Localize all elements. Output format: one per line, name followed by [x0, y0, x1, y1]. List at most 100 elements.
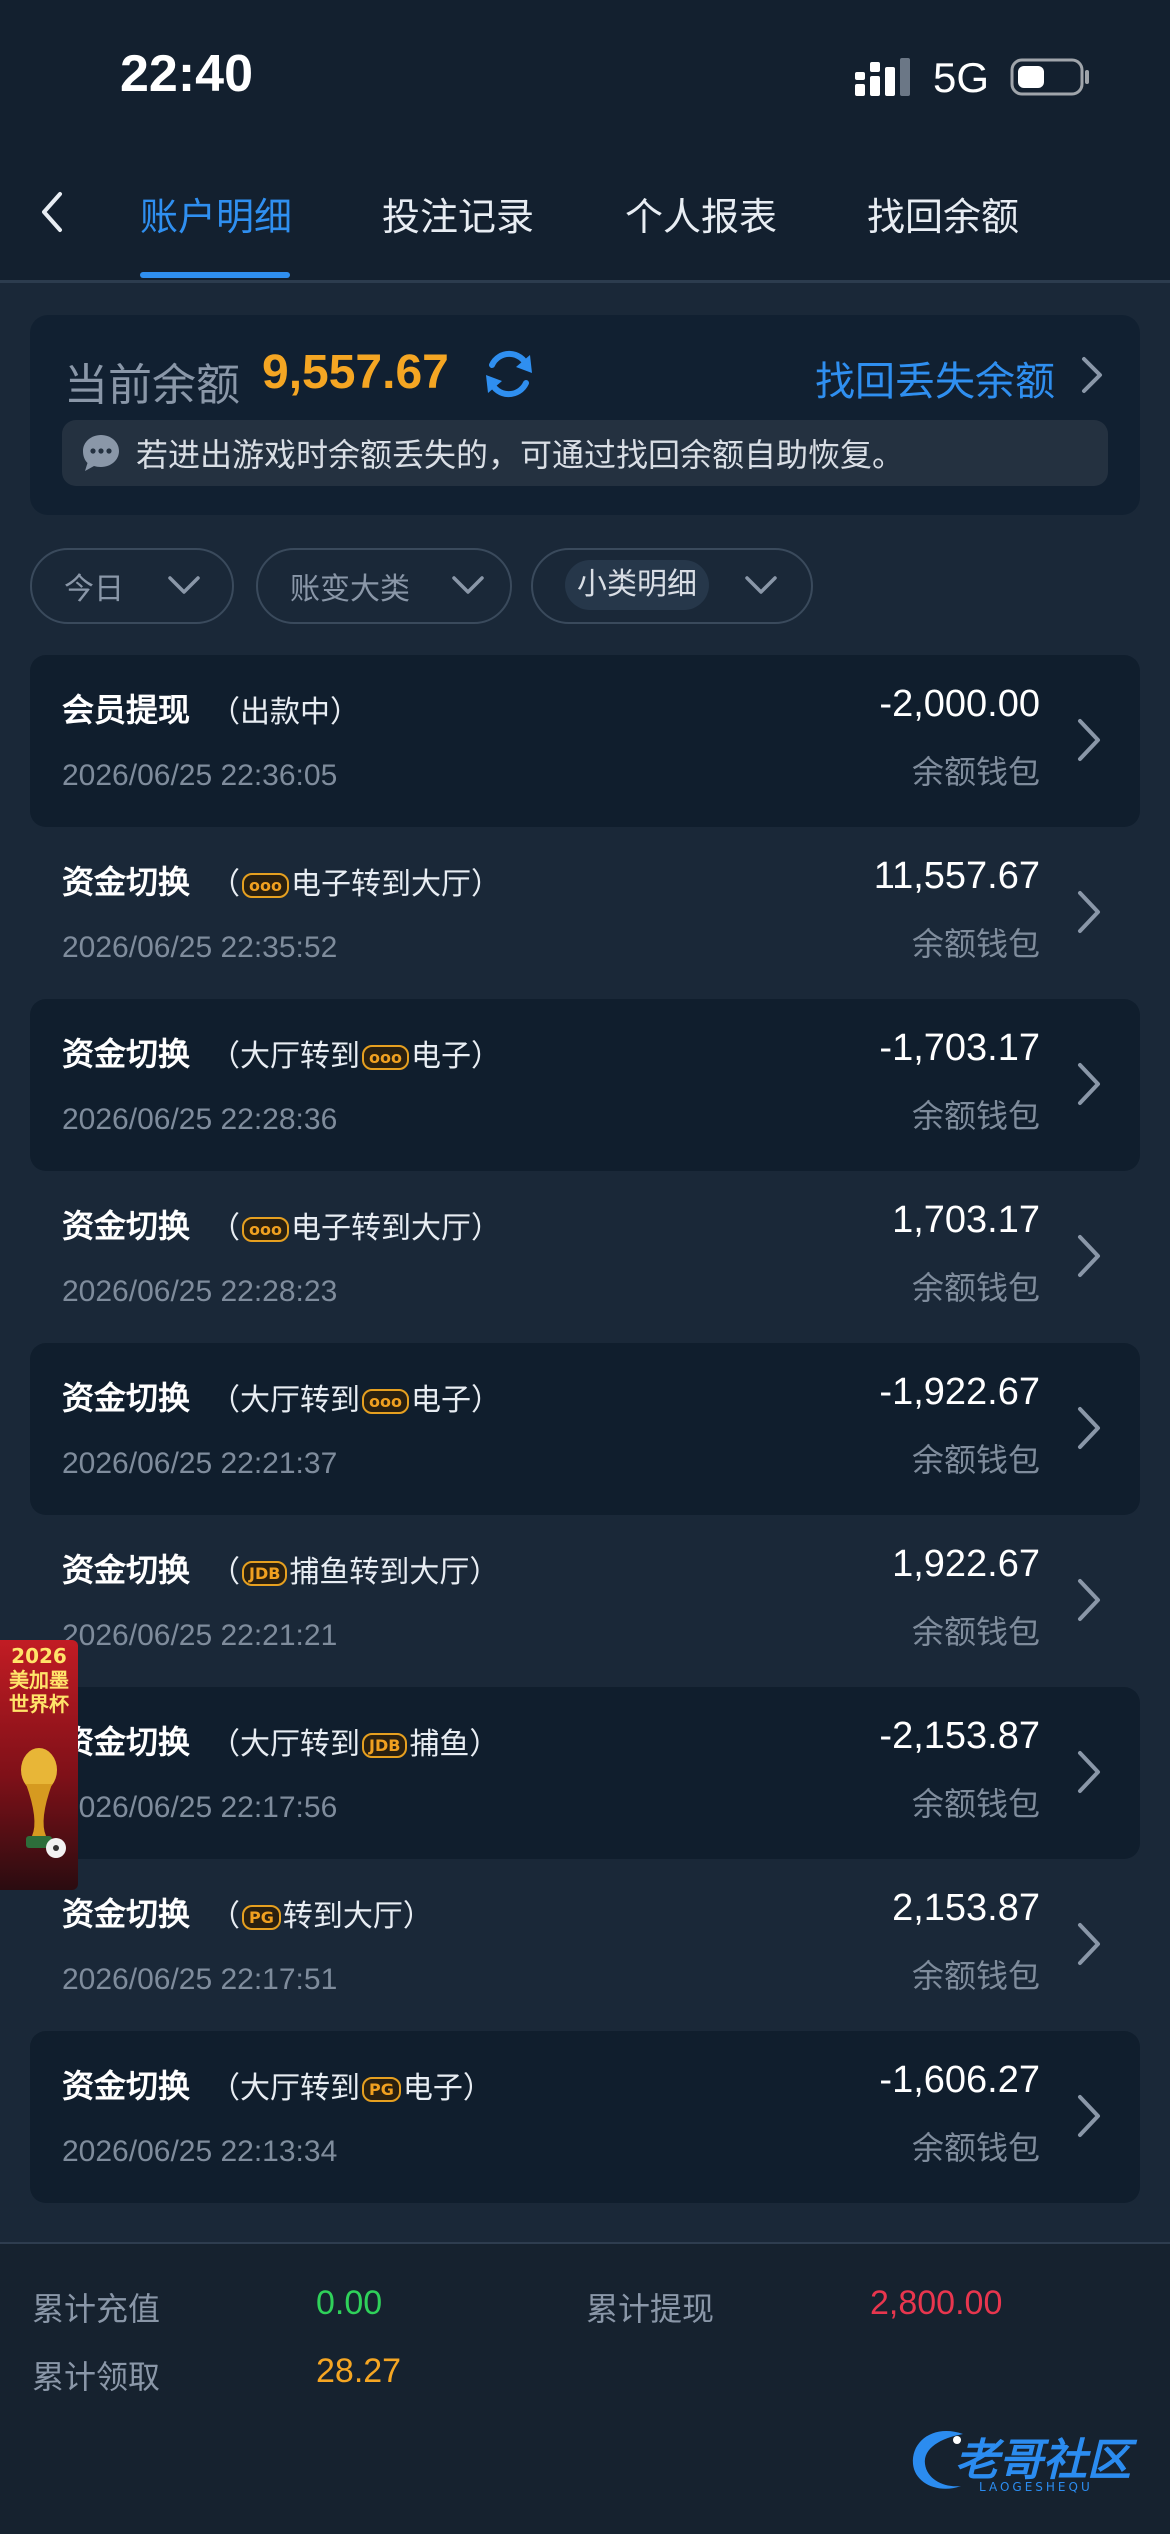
chevron-right-icon[interactable] [1076, 353, 1106, 397]
world-cup-promo-banner[interactable]: 2026 美加墨 世界杯 [0, 1640, 78, 1890]
transaction-amount: 1,703.17 [892, 1199, 1040, 1241]
transaction-detail-suffix: 转到大厅） [282, 1899, 433, 1934]
chevron-right-icon[interactable] [1076, 1061, 1102, 1107]
total-withdraw-value: 2,800.00 [870, 2284, 1003, 2322]
transaction-row[interactable]: 资金切换 （大厅转到 PG 电子） 2026/06/25 22:13:34 -1,606.… [30, 2031, 1140, 2203]
transaction-amount: 1,922.67 [892, 1543, 1040, 1585]
filter-date[interactable]: 今日 [30, 548, 234, 624]
transaction-wallet: 余额钱包 [911, 1613, 1040, 1651]
balance-notice: 若进出游戏时余额丢失的，可通过找回余额自助恢复。 [62, 420, 1108, 486]
transaction-wallet: 余额钱包 [911, 925, 1040, 963]
chevron-down-icon [745, 576, 777, 594]
balance-label: 当前余额 [64, 360, 240, 411]
tab-personal-report[interactable]: 个人报表 [625, 186, 777, 276]
watermark-logo: 老哥社区 LAOGESHEQU [905, 2420, 1155, 2510]
transaction-detail: （大厅转到 ooo 电子） [210, 1031, 501, 1075]
transaction-detail-suffix: 捕鱼转到大厅） [289, 1555, 500, 1590]
transaction-title: 资金切换 [62, 863, 191, 901]
transaction-row[interactable]: 资金切换 （大厅转到 ooo 电子） 2026/06/25 22:28:36 -1,703… [30, 999, 1140, 1171]
transaction-row[interactable]: 资金切换 （ooo 电子转到大厅） 2026/06/25 22:35:52 11,557… [30, 827, 1140, 999]
chevron-right-icon[interactable] [1076, 1921, 1102, 1967]
transaction-wallet: 余额钱包 [911, 2129, 1040, 2167]
transaction-row[interactable]: 会员提现 （出款中） 2026/06/25 22:36:05 -2,000.00 余额钱… [30, 655, 1140, 827]
promo-line1: 美加墨 [9, 1668, 69, 1692]
total-claim-label: 累计领取 [32, 2358, 161, 2396]
tab-bet-records[interactable]: 投注记录 [382, 186, 534, 276]
filter-subcategory-pill: 小类明细 [565, 560, 709, 610]
transaction-detail: （ooo 电子转到大厅） [210, 1203, 501, 1247]
transaction-detail-suffix: 电子） [402, 2071, 493, 2106]
transaction-time: 2026/06/25 22:35:52 [62, 931, 338, 964]
transaction-detail-suffix: 捕鱼） [409, 1727, 500, 1762]
chevron-down-icon [452, 576, 484, 594]
chevron-right-icon[interactable] [1076, 1577, 1102, 1623]
refresh-icon[interactable] [480, 345, 538, 403]
transaction-detail: （大厅转到 PG 电子） [210, 2063, 493, 2107]
trophy-icon [21, 1748, 66, 1858]
transaction-title: 资金切换 [62, 2067, 191, 2105]
transaction-wallet: 余额钱包 [911, 1441, 1040, 1479]
transaction-time: 2026/06/25 22:28:23 [62, 1275, 338, 1308]
transaction-row[interactable]: 资金切换 （JDB 捕鱼转到大厅） 2026/06/25 22:21:21 1,922.… [30, 1515, 1140, 1687]
promo-year: 2026 [11, 1644, 67, 1668]
filter-subcategory-label: 小类明细 [577, 567, 697, 602]
transaction-detail-suffix: 电子） [410, 1039, 501, 1074]
nav-bar: 账户明细 投注记录 个人报表 找回余额 [0, 150, 1170, 283]
transaction-title: 资金切换 [62, 1207, 191, 1245]
transaction-title: 资金切换 [62, 1895, 191, 1933]
transaction-amount: 11,557.67 [873, 855, 1040, 897]
filter-date-label: 今日 [64, 572, 124, 607]
chevron-right-icon[interactable] [1076, 889, 1102, 935]
chevron-right-icon[interactable] [1076, 717, 1102, 763]
provider-badge-icon: JDB [242, 1561, 288, 1586]
filter-major-category-label: 账变大类 [290, 572, 410, 607]
chevron-right-icon[interactable] [1076, 1749, 1102, 1795]
transaction-detail-suffix: 电子） [410, 1383, 501, 1418]
total-deposit-value: 0.00 [316, 2284, 383, 2322]
transaction-wallet: 余额钱包 [911, 1957, 1040, 1995]
transaction-wallet: 余额钱包 [911, 1269, 1040, 1307]
transaction-amount: -1,703.17 [879, 1027, 1040, 1069]
transaction-row[interactable]: 资金切换 （ooo 电子转到大厅） 2026/06/25 22:28:23 1,703.… [30, 1171, 1140, 1343]
transaction-wallet: 余额钱包 [911, 1097, 1040, 1135]
chevron-right-icon[interactable] [1076, 1233, 1102, 1279]
tab-account-details[interactable]: 账户明细 [140, 186, 292, 276]
transaction-title: 资金切换 [62, 1723, 191, 1761]
transaction-detail-suffix: 电子转到大厅） [290, 1211, 501, 1246]
signal-icon [855, 58, 910, 96]
status-bar: 22:40 5G [0, 0, 1170, 150]
filter-subcategory[interactable]: 小类明细 [531, 548, 813, 624]
provider-badge-icon: ooo [362, 1389, 409, 1414]
tab-recover-balance[interactable]: 找回余额 [867, 186, 1019, 276]
promo-line2: 世界杯 [9, 1692, 69, 1716]
filter-major-category[interactable]: 账变大类 [256, 548, 512, 624]
notice-text: 若进出游戏时余额丢失的，可通过找回余额自助恢复。 [136, 436, 905, 474]
transaction-detail-prefix: （ [210, 1899, 240, 1934]
network-label: 5G [933, 54, 990, 101]
transaction-detail-prefix: （ [210, 1555, 240, 1590]
chevron-left-icon[interactable] [30, 182, 74, 242]
provider-badge-icon: ooo [242, 1217, 289, 1242]
chevron-right-icon[interactable] [1076, 1405, 1102, 1451]
transaction-amount: -2,153.87 [879, 1715, 1040, 1757]
balance-value: 9,557.67 [262, 346, 449, 399]
total-claim-value: 28.27 [316, 2352, 402, 2390]
recover-lost-balance-link[interactable]: 找回丢失余额 [815, 349, 1055, 407]
transaction-detail: （ooo 电子转到大厅） [210, 859, 501, 903]
transaction-time: 2026/06/25 22:21:37 [62, 1447, 338, 1480]
transaction-detail-prefix: （大厅转到 [210, 1727, 360, 1762]
transaction-detail: （出款中） [210, 687, 360, 731]
transaction-row[interactable]: 资金切换 （大厅转到 JDB 捕鱼） 2026/06/25 22:17:56 -2,153… [30, 1687, 1140, 1859]
chevron-right-icon[interactable] [1076, 2093, 1102, 2139]
balance-card: 当前余额 9,557.67 找回丢失余额 若进出游戏时余额丢失的，可通过找回余额… [30, 315, 1140, 515]
transaction-detail: （PG 转到大厅） [210, 1891, 433, 1935]
transaction-time: 2026/06/25 22:17:56 [62, 1791, 338, 1824]
provider-badge-icon: PG [362, 2077, 401, 2102]
transaction-row[interactable]: 资金切换 （PG 转到大厅） 2026/06/25 22:17:51 2,153.87 余… [30, 1859, 1140, 2031]
total-deposit-label: 累计充值 [32, 2290, 161, 2328]
transaction-time: 2026/06/25 22:13:34 [62, 2135, 338, 2168]
transaction-title: 资金切换 [62, 1379, 191, 1417]
transaction-time: 2026/06/25 22:17:51 [62, 1963, 338, 1996]
transaction-row[interactable]: 资金切换 （大厅转到 ooo 电子） 2026/06/25 22:21:37 -1,922… [30, 1343, 1140, 1515]
promo-text: 2026 美加墨 世界杯 [2, 1644, 76, 1716]
